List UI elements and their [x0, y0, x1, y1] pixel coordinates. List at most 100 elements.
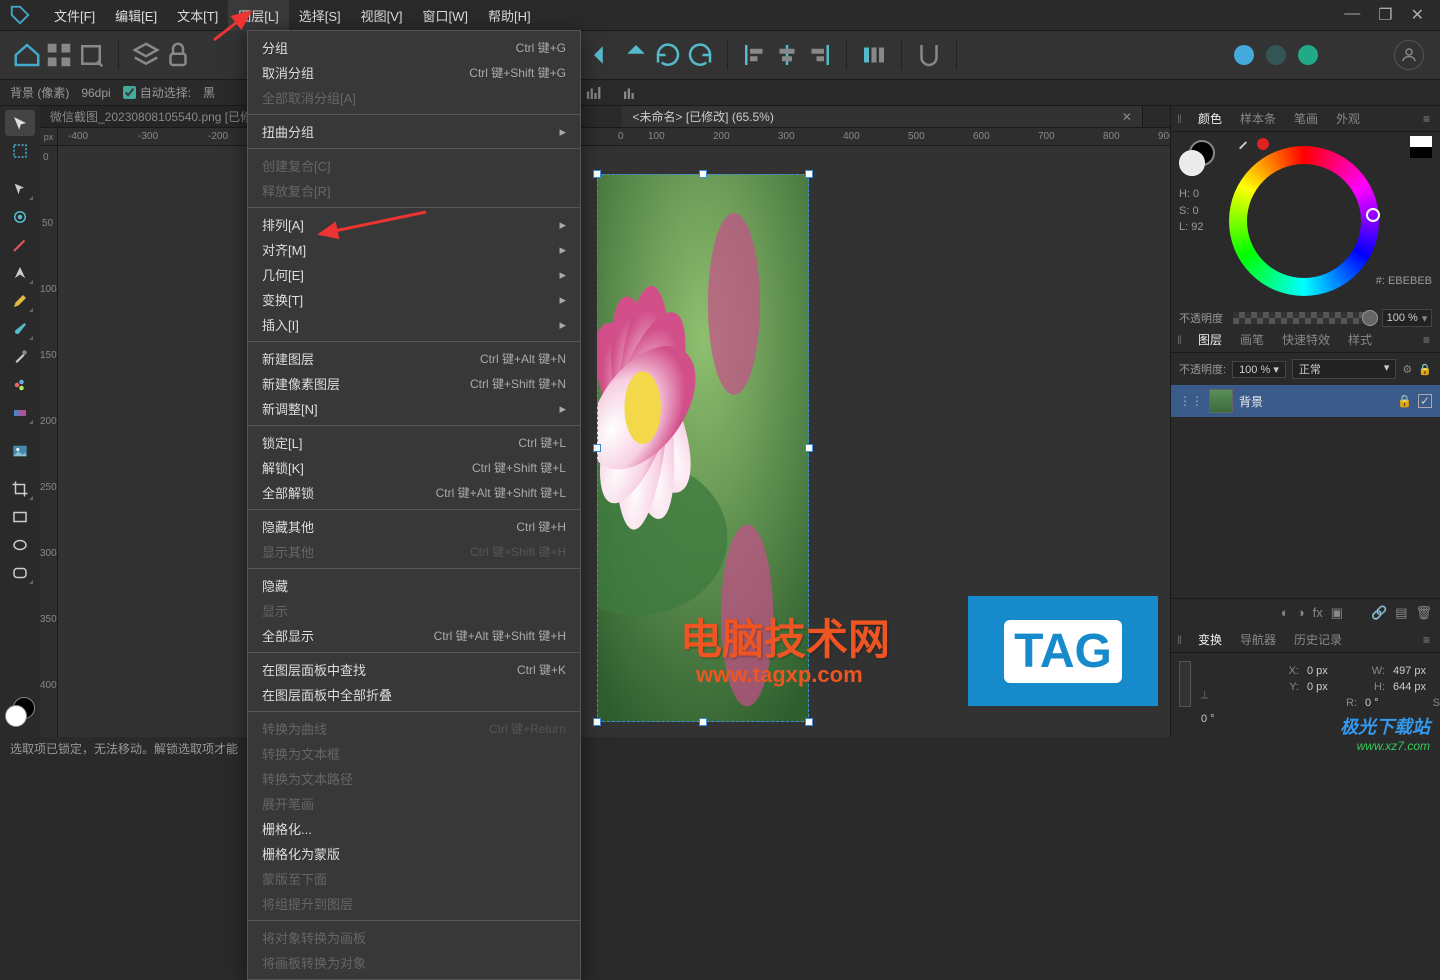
menu-item[interactable]: 解锁[K]Ctrl 键+Shift 键+L: [248, 455, 580, 480]
menu-layer[interactable]: 图层[L]: [228, 0, 288, 31]
menu-text[interactable]: 文本[T]: [167, 0, 228, 31]
menu-item[interactable]: 隐藏其他Ctrl 键+H: [248, 514, 580, 539]
hex-display[interactable]: #: EBEBEB: [1376, 275, 1432, 287]
place-image-tool[interactable]: [5, 438, 35, 464]
brushes-tab[interactable]: 画笔: [1232, 327, 1272, 352]
menu-item[interactable]: 全部解锁Ctrl 键+Alt 键+Shift 键+L: [248, 480, 580, 505]
eyedropper-icon[interactable]: [1235, 136, 1251, 152]
rotate-cw-icon[interactable]: [685, 40, 715, 70]
link-layer-icon[interactable]: 🔗: [1371, 605, 1387, 621]
gear-icon[interactable]: ⚙: [1402, 363, 1412, 376]
menu-window[interactable]: 窗口[W]: [413, 0, 479, 31]
node-tool[interactable]: [5, 176, 35, 202]
menu-item[interactable]: 变换[T]▸: [248, 287, 580, 312]
color-wheel[interactable]: [1229, 146, 1379, 296]
close-button[interactable]: ✕: [1411, 5, 1424, 25]
delete-layer-icon[interactable]: 🗑: [1415, 605, 1432, 621]
transform-s[interactable]: 0 °: [1201, 713, 1271, 725]
layer-visibility-dots[interactable]: ⋮⋮: [1179, 394, 1203, 408]
minimize-button[interactable]: —: [1344, 5, 1360, 25]
layer-row[interactable]: ⋮⋮ 背景 🔒 ✓: [1171, 385, 1440, 417]
panel-menu-icon[interactable]: ≡: [1419, 333, 1434, 347]
toolbar-home-icon[interactable]: [12, 40, 42, 70]
selection-handle[interactable]: [805, 170, 813, 178]
effects-tab[interactable]: 快速特效: [1274, 327, 1338, 352]
menu-item[interactable]: 取消分组Ctrl 键+Shift 键+G: [248, 60, 580, 85]
crop-layer-icon[interactable]: ▣: [1331, 605, 1343, 621]
selection-handle[interactable]: [699, 718, 707, 726]
styles-tab[interactable]: 样式: [1340, 327, 1380, 352]
fx-tool[interactable]: [5, 372, 35, 398]
ruler-horizontal[interactable]: -400 -300 -200 0 100 200 300 400 500 600…: [58, 128, 1170, 146]
menu-item[interactable]: 栅格化为蒙版: [248, 841, 580, 866]
layers-tab[interactable]: 图层: [1190, 327, 1230, 352]
appearance-tab[interactable]: 外观: [1328, 106, 1368, 131]
align-center-icon[interactable]: [772, 40, 802, 70]
ruler-vertical[interactable]: 0 50 100 150 200 250 300 350 400: [40, 146, 58, 737]
history-tab[interactable]: 历史记录: [1286, 627, 1350, 652]
selection-handle[interactable]: [593, 718, 601, 726]
add-layer-icon[interactable]: ▤: [1395, 605, 1407, 621]
menu-item[interactable]: 栅格化...: [248, 816, 580, 841]
histogram-icon[interactable]: [579, 78, 609, 108]
transform-tab[interactable]: 变换: [1190, 627, 1230, 652]
transform-h[interactable]: 644 px: [1393, 681, 1440, 693]
transform-x[interactable]: 0 px: [1307, 665, 1357, 677]
align-right-icon[interactable]: [804, 40, 834, 70]
fill-stroke-swatch[interactable]: [1179, 140, 1215, 176]
navigator-tab[interactable]: 导航器: [1232, 627, 1284, 652]
adjustment-icon[interactable]: ◑: [1297, 605, 1305, 621]
layer-name[interactable]: 背景: [1239, 393, 1391, 410]
maximize-button[interactable]: ❐: [1378, 5, 1392, 25]
artboard-tool[interactable]: [5, 138, 35, 164]
distribute-icon[interactable]: [859, 40, 889, 70]
anchor-selector[interactable]: [1179, 661, 1191, 707]
panel-collapse-icon[interactable]: ‖: [1177, 333, 1182, 347]
menu-edit[interactable]: 编辑[E]: [105, 0, 167, 31]
auto-select-target[interactable]: 黑: [203, 84, 215, 101]
brush-tool[interactable]: [5, 316, 35, 342]
move-tool[interactable]: [5, 110, 35, 136]
selection-handle[interactable]: [593, 170, 601, 178]
transform-w[interactable]: 497 px: [1393, 665, 1440, 677]
align-left-icon[interactable]: [740, 40, 770, 70]
panel-collapse-icon[interactable]: ‖: [1177, 112, 1182, 126]
menu-item[interactable]: 新调整[N]▸: [248, 396, 580, 421]
flip-horizontal-icon[interactable]: [589, 40, 619, 70]
panel-menu-icon[interactable]: ≡: [1419, 112, 1434, 126]
color-tab[interactable]: 颜色: [1190, 106, 1230, 131]
flip-vertical-icon[interactable]: [621, 40, 651, 70]
menu-item[interactable]: 几何[E]▸: [248, 262, 580, 287]
menu-item[interactable]: 隐藏: [248, 573, 580, 598]
account-icon[interactable]: [1394, 40, 1424, 70]
transform-y[interactable]: 0 px: [1307, 681, 1357, 693]
menu-view[interactable]: 视图[V]: [351, 0, 413, 31]
contour-tool[interactable]: [5, 204, 35, 230]
panel-collapse-icon[interactable]: ‖: [1177, 633, 1182, 647]
toolbar-lock-icon[interactable]: [163, 40, 193, 70]
link-wh-icon[interactable]: ⟂: [1201, 689, 1271, 702]
menu-file[interactable]: 文件[F]: [44, 0, 105, 31]
menu-item[interactable]: 插入[I]▸: [248, 312, 580, 337]
menu-item[interactable]: 扭曲分组▸: [248, 119, 580, 144]
pencil-tool[interactable]: [5, 288, 35, 314]
opacity-value[interactable]: 100 %▾: [1382, 309, 1432, 327]
toolbar-layers-icon[interactable]: [131, 40, 161, 70]
rectangle-tool[interactable]: [5, 504, 35, 530]
rounded-rect-tool[interactable]: [5, 560, 35, 586]
menu-item[interactable]: 新建像素图层Ctrl 键+Shift 键+N: [248, 371, 580, 396]
close-tab-icon[interactable]: ✕: [1122, 110, 1132, 124]
selection-handle[interactable]: [805, 718, 813, 726]
levels-icon[interactable]: [615, 78, 645, 108]
menu-item[interactable]: 对齐[M]▸: [248, 237, 580, 262]
selection-handle[interactable]: [805, 444, 813, 452]
menu-item[interactable]: 在图层面板中查找Ctrl 键+K: [248, 657, 580, 682]
menu-select[interactable]: 选择[S]: [289, 0, 351, 31]
menu-item[interactable]: 新建图层Ctrl 键+Alt 键+N: [248, 346, 580, 371]
toolbar-grid-icon[interactable]: [44, 40, 74, 70]
persona-designer-icon[interactable]: [1229, 40, 1259, 70]
color-swatch-selector[interactable]: [5, 697, 35, 727]
toolbar-artboard-icon[interactable]: [76, 40, 106, 70]
selection-handle[interactable]: [593, 444, 601, 452]
rotate-ccw-icon[interactable]: [653, 40, 683, 70]
